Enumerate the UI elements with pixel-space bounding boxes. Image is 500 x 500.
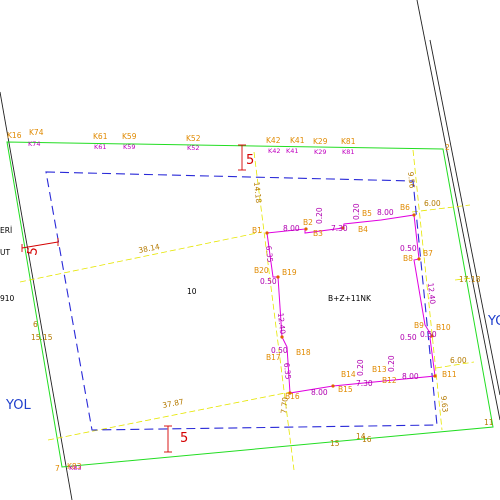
- left-edge-label-2: UT: [0, 248, 10, 257]
- corner-point-label: K42: [266, 136, 281, 145]
- building-point-label: B9: [414, 321, 424, 330]
- setback-value-left: 5: [25, 246, 41, 257]
- cadastral-map: 10 B+Z+11NK YOL YOL ERİ UT 910 5 5 5 K16…: [0, 0, 500, 500]
- corner-point-label: K74: [29, 128, 44, 137]
- parcel-dimension-label: 15.15: [31, 333, 53, 342]
- building-dimension-label: 8.00: [311, 388, 328, 397]
- building-point-label: B12: [382, 376, 397, 385]
- corner-point-label-alt: K29: [314, 148, 327, 156]
- division-line-5: [411, 204, 471, 213]
- left-edge-label-1: ERİ: [0, 226, 12, 235]
- building-dimension-label: 6.35: [264, 245, 275, 263]
- building-point-label: B15: [338, 385, 353, 394]
- building-point-label: B1: [252, 226, 262, 235]
- setback-marker-bottom: [164, 425, 172, 453]
- parcel-boundary: [6, 141, 494, 468]
- setback-value-bottom: 5: [180, 431, 188, 446]
- parcel-dimension-label: 15: [330, 439, 340, 448]
- building-dimension-label: 0.20: [315, 207, 324, 224]
- corner-point-label: 7: [55, 464, 60, 473]
- corner-point-label-alt: K41: [286, 147, 299, 155]
- building-dimension-label: 0.50: [260, 277, 277, 286]
- building-point-label: B20: [254, 266, 269, 275]
- building-dimension-label: 12.40: [426, 282, 437, 305]
- parcel-dimension-label: 11: [484, 418, 494, 427]
- corner-point-label: K81: [341, 137, 356, 146]
- building-point-label: B18: [296, 348, 311, 357]
- building-point-label: B8: [403, 254, 413, 263]
- corner-point-label-alt: K42: [268, 147, 281, 155]
- building-point-label: B4: [358, 225, 368, 234]
- building-dimension-label: 0.50: [400, 333, 417, 342]
- building-dimension-label: 6.00: [450, 356, 467, 365]
- parcel-number: 10: [187, 287, 197, 296]
- building-dimension-label: 0.20: [387, 355, 396, 372]
- building-point-label: B2: [303, 218, 313, 227]
- building-point-label: B3: [313, 229, 323, 238]
- building-point-label: B5: [362, 209, 372, 218]
- building-dimension-label: 0.50: [420, 330, 437, 339]
- building-dimension-label: 0.20: [356, 359, 365, 376]
- building-dimension-label: 8.00: [402, 372, 419, 381]
- building-dimension-label: 0.50: [400, 244, 417, 253]
- corner-point-label: K16: [7, 131, 22, 140]
- corner-point-label: K41: [290, 136, 305, 145]
- setback-value-top: 5: [246, 153, 254, 168]
- corner-point-label-alt: K74: [28, 140, 41, 148]
- building-dimension-label: 0.50: [271, 346, 288, 355]
- building-dimension-label: 6.35: [282, 362, 293, 380]
- setback-marker-top: [238, 144, 246, 171]
- parcel-dimension-label: 14: [356, 432, 366, 441]
- parcel-dimension-label: 17.18: [459, 275, 481, 284]
- building-dimension-label: 7.30: [356, 379, 373, 388]
- building-floor-label: B+Z+11NK: [328, 294, 372, 303]
- corner-point-label-alt: K59: [123, 143, 136, 151]
- building-point-label: B19: [282, 268, 297, 277]
- corner-point-label-alt: K81: [342, 148, 355, 156]
- road-label-left: YOL: [5, 398, 31, 413]
- parcel-dimension-label: 9.56: [406, 171, 417, 189]
- building-dimension-label: 6.00: [424, 199, 441, 208]
- building-dimension-label: 12.40: [276, 312, 287, 335]
- road-label-right: YOL: [487, 314, 500, 329]
- building-point-label: B7: [423, 249, 433, 258]
- building-dimension-label: 0.20: [352, 203, 361, 220]
- left-edge-label-3: 910: [0, 294, 15, 303]
- building-point-label: B10: [436, 323, 451, 332]
- corner-point-label: K59: [122, 132, 137, 141]
- corner-point-label-alt: K83: [69, 464, 82, 472]
- building-point-label: B11: [442, 370, 457, 379]
- parcel-dimension-label: 37.87: [162, 397, 185, 410]
- parcel-dimension-label: 6: [33, 320, 38, 329]
- building-dimension-label: 8.00: [377, 208, 394, 217]
- division-line-3: [19, 231, 263, 283]
- corner-point-label: K29: [313, 137, 328, 146]
- corner-point-label-alt: K61: [94, 143, 107, 151]
- corner-point-label: K61: [93, 132, 108, 141]
- parcel-dimension-label: 14.18: [252, 181, 263, 204]
- parcel-dimension-label: 9.63: [439, 395, 450, 413]
- corner-point-label-alt: K52: [187, 144, 200, 152]
- street-edge-line-right-2: [429, 39, 500, 396]
- building-point-label: B13: [372, 365, 387, 374]
- parcel-dimension-label: 38.14: [138, 242, 161, 255]
- building-point-label: B6: [400, 203, 410, 212]
- building-point-label: B14: [341, 370, 356, 379]
- building-dimension-label: 8.00: [283, 224, 300, 233]
- parcel-dimension-label: 7.70: [279, 396, 290, 414]
- corner-point-label: 2: [445, 143, 450, 152]
- corner-point-label: K52: [186, 134, 201, 143]
- building-dimension-label: 7.30: [331, 224, 348, 233]
